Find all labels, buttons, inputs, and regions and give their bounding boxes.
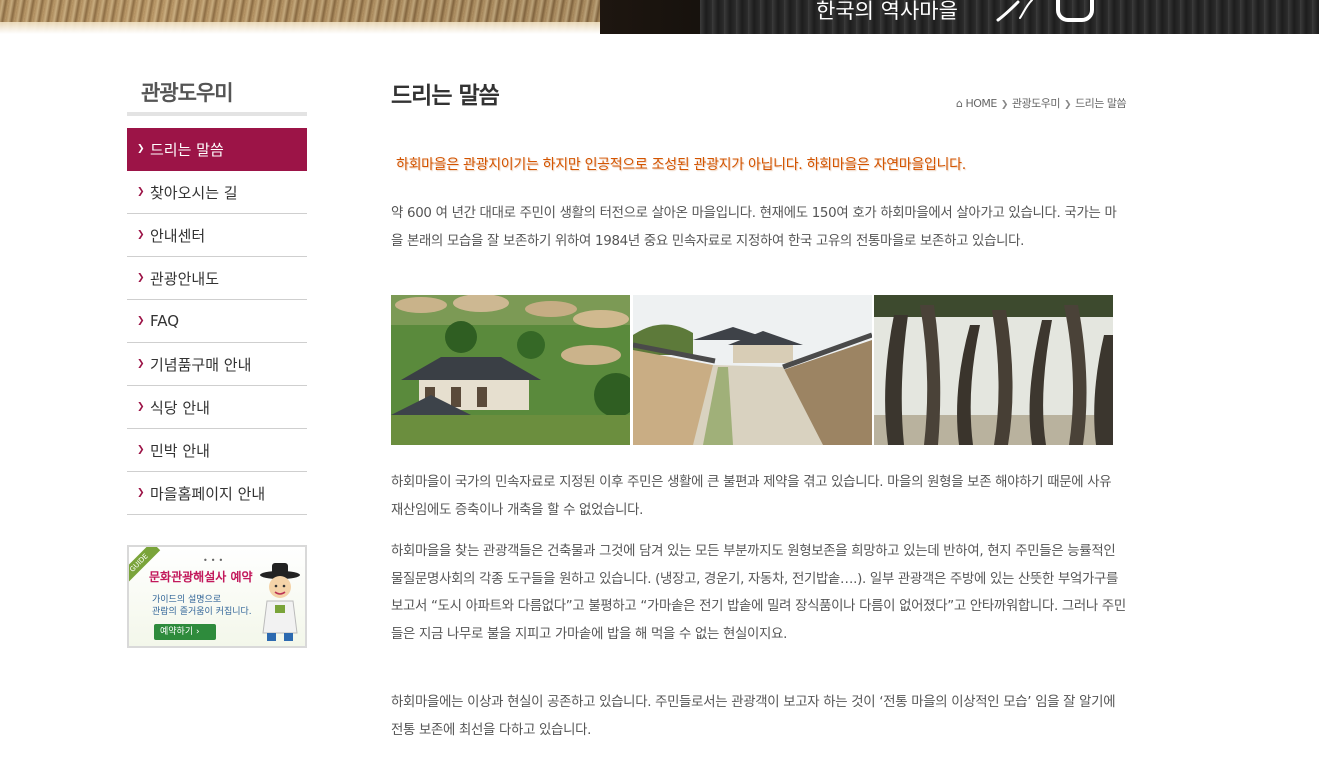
sidebar-item-village-homepages[interactable]: ❯ 마을홈페이지 안내 bbox=[127, 472, 307, 515]
sidebar-title-divider bbox=[127, 112, 307, 116]
chevron-right-icon: ❯ bbox=[1064, 100, 1072, 110]
photo-strip bbox=[391, 295, 1113, 445]
sidebar-item-label: 식당 안내 bbox=[150, 398, 210, 417]
sidebar-item-info-center[interactable]: ❯ 안내센터 bbox=[127, 214, 307, 257]
sidebar-item-label: 기념품구매 안내 bbox=[150, 355, 252, 374]
chevron-right-icon: ❯ bbox=[137, 230, 145, 240]
sidebar-item-souvenirs[interactable]: ❯ 기념품구매 안내 bbox=[127, 343, 307, 386]
restriction-paragraph: 하회마을이 국가의 민속자료로 지정된 이후 주민은 생활에 큰 불편과 제약을… bbox=[391, 475, 1112, 518]
header-banner: 한국의 역사마을 bbox=[0, 0, 1319, 34]
decorative-dots: ••• bbox=[203, 556, 227, 565]
guide-banner-line2: 관람의 즐거움이 커집니다. bbox=[152, 607, 252, 617]
sidebar-item-tour-map[interactable]: ❯ 관광안내도 bbox=[127, 257, 307, 300]
chevron-right-icon: ❯ bbox=[1000, 100, 1009, 110]
page-title: 드리는 말씀 bbox=[391, 83, 500, 109]
chevron-right-icon: ❯ bbox=[137, 187, 145, 197]
guide-character-icon bbox=[260, 563, 300, 641]
tourist-expectation-paragraph: 하회마을을 찾는 관광객들은 건축물과 그것에 담겨 있는 모든 부분까지도 원… bbox=[391, 544, 1126, 642]
reserve-button[interactable]: 예약하기 › bbox=[154, 624, 216, 640]
banner-title: 한국의 역사마을 bbox=[816, 0, 958, 23]
slogan-headline: 하회마을은 관광지이기는 하지만 인공적으로 조성된 관광지가 아닙니다. 하회… bbox=[396, 157, 966, 173]
breadcrumb-level1[interactable]: 관광도우미 bbox=[1012, 97, 1061, 110]
pine-forest-photo bbox=[874, 295, 1113, 445]
chevron-right-icon: ❯ bbox=[137, 273, 145, 283]
ink-brush-icon bbox=[996, 0, 1033, 22]
village-aerial-photo bbox=[391, 295, 630, 445]
chevron-right-icon: ❯ bbox=[137, 445, 145, 455]
sidebar-title: 관광도우미 bbox=[141, 81, 234, 105]
sidebar-item-directions[interactable]: ❯ 찾아오시는 길 bbox=[127, 171, 307, 214]
sidebar-item-greeting[interactable]: ❯ 드리는 말씀 bbox=[127, 128, 307, 171]
chevron-right-icon: ❯ bbox=[137, 488, 145, 498]
village-logo-icon bbox=[1056, 0, 1094, 22]
chevron-right-icon: ❯ bbox=[137, 144, 145, 154]
sidebar-item-label: 찾아오시는 길 bbox=[150, 183, 238, 202]
sidebar-item-label: FAQ bbox=[150, 312, 180, 330]
sidebar-menu: ❯ 드리는 말씀 ❯ 찾아오시는 길 ❯ 안내센터 ❯ 관광안내도 ❯ FAQ … bbox=[127, 128, 307, 515]
sidebar-item-label: 마을홈페이지 안내 bbox=[150, 484, 266, 503]
village-alley-photo bbox=[633, 295, 872, 445]
sidebar-item-faq[interactable]: ❯ FAQ bbox=[127, 300, 307, 343]
home-icon: ⌂ bbox=[956, 97, 963, 110]
guide-banner-title: 문화관광해설사 예약 bbox=[149, 570, 253, 584]
sidebar-item-lodging[interactable]: ❯ 민박 안내 bbox=[127, 429, 307, 472]
chevron-right-icon: ❯ bbox=[137, 316, 145, 326]
breadcrumb: ⌂ HOME ❯ 관광도우미 ❯ 드리는 말씀 bbox=[956, 95, 1127, 111]
guide-reservation-banner[interactable]: GUIDE ••• 문화관광해설사 예약 가이드의 설명으로 관람의 즐거움이 … bbox=[127, 545, 307, 648]
ideal-reality-paragraph: 하회마을에는 이상과 현실이 공존하고 있습니다. 주민들로서는 관광객이 보고… bbox=[391, 695, 1116, 738]
breadcrumb-home[interactable]: HOME bbox=[965, 97, 997, 110]
sidebar-item-restaurants[interactable]: ❯ 식당 안내 bbox=[127, 386, 307, 429]
intro-paragraph: 약 600 여 년간 대대로 주민이 생활의 터전으로 살아온 마을입니다. 현… bbox=[391, 206, 1117, 249]
sidebar-item-label: 드리는 말씀 bbox=[150, 140, 224, 159]
sidebar-item-label: 민박 안내 bbox=[150, 441, 210, 460]
sidebar-item-label: 안내센터 bbox=[150, 226, 206, 245]
breadcrumb-current: 드리는 말씀 bbox=[1075, 97, 1127, 110]
chevron-right-icon: ❯ bbox=[137, 359, 145, 369]
chevron-right-icon: ❯ bbox=[137, 402, 145, 412]
thatch-edge bbox=[0, 22, 600, 34]
sidebar-item-label: 관광안내도 bbox=[150, 269, 220, 288]
